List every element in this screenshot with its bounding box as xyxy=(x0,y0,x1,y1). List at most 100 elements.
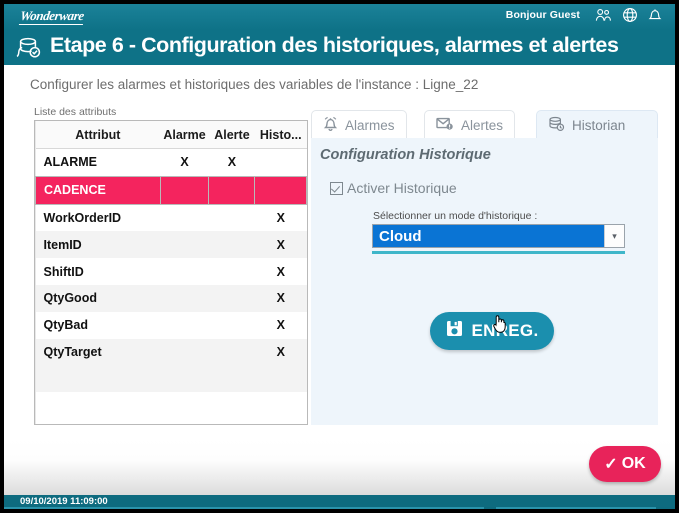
table-row[interactable]: WorkOrderID X xyxy=(36,204,307,231)
tab-alarmes[interactable]: Alarmes xyxy=(311,110,407,139)
tab-historian[interactable]: Historian xyxy=(536,110,658,139)
users-icon[interactable] xyxy=(595,8,612,23)
cell-historique: X xyxy=(276,318,285,333)
cell-attribut: QtyBad xyxy=(43,318,88,333)
bell-icon[interactable] xyxy=(648,7,662,23)
chevron-down-icon[interactable]: ▾ xyxy=(604,225,624,247)
save-button-label: ENREG. xyxy=(471,321,539,340)
cell-alarme xyxy=(160,284,209,312)
page-title-band: Etape 6 - Configuration des historiques,… xyxy=(4,30,675,65)
page-title: Etape 6 - Configuration des historiques,… xyxy=(50,33,619,57)
cell-attribut: QtyGood xyxy=(35,284,161,312)
table-row-selected[interactable]: CADENCE xyxy=(35,175,307,205)
wonderware-logo: Wonderware xyxy=(18,8,172,26)
cell-historique: X xyxy=(254,284,307,312)
cell-empty xyxy=(35,365,161,393)
table-header-row: Attribut Alarme Alerte Histo... xyxy=(35,121,307,149)
historian-alarm-icon xyxy=(13,34,43,62)
cell-attribut: QtyTarget xyxy=(35,338,161,366)
cell-historique xyxy=(254,175,307,205)
check-icon: ✓ xyxy=(604,456,618,473)
cell-attribut: ShiftID xyxy=(43,264,84,279)
cell-alarme xyxy=(160,258,209,285)
ok-button[interactable]: ✓ OK xyxy=(589,446,661,482)
mode-select-wrapper: Cloud ▾ xyxy=(372,224,625,254)
cell-historique: X xyxy=(254,231,307,259)
top-bar-icons xyxy=(595,7,662,23)
top-bar: Wonderware Bonjour Guest xyxy=(4,4,675,30)
status-bar-segment xyxy=(496,507,656,509)
tab-label: Alarmes xyxy=(345,117,395,133)
attribute-table-body: ALARME X X CADENCE WorkOrderID X ItemID … xyxy=(35,149,307,393)
mode-select-label: Sélectionner un mode d'historique : xyxy=(373,210,538,222)
cell-alerte xyxy=(209,204,255,231)
tab-label: Alertes xyxy=(461,117,504,133)
mode-select[interactable]: Cloud ▾ xyxy=(372,224,625,248)
cell-alarme xyxy=(160,204,209,231)
save-button[interactable]: ENREG. xyxy=(430,312,554,350)
content-area: Configurer les alarmes et historiques de… xyxy=(4,65,675,439)
status-bar-segment xyxy=(4,507,484,509)
tab-bar: Alarmes Alertes Historian xyxy=(311,110,658,139)
tab-alertes[interactable]: Alertes xyxy=(424,110,516,139)
cell-alerte xyxy=(208,231,255,259)
cell-alerte xyxy=(208,338,255,366)
cell-historique xyxy=(255,149,307,177)
column-header-attribut[interactable]: Attribut xyxy=(35,121,161,149)
logo-text: Wonderware xyxy=(18,8,85,25)
cell-empty xyxy=(254,365,307,393)
table-row[interactable]: QtyBad X xyxy=(36,312,307,339)
greeting-text: Bonjour Guest xyxy=(505,9,580,21)
status-bar: 09/10/2019 11:09:00 xyxy=(4,495,675,509)
floppy-disk-icon xyxy=(446,320,463,342)
activer-historique-row[interactable]: Activer Historique xyxy=(330,180,457,196)
table-row[interactable]: ItemID X xyxy=(35,231,307,259)
activer-historique-checkbox[interactable] xyxy=(330,181,343,195)
attribute-list-label: Liste des attributs xyxy=(34,106,117,118)
cell-attribut: ALARME xyxy=(43,155,97,170)
column-header-historique[interactable]: Histo... xyxy=(254,121,307,149)
cell-attribut: WorkOrderID xyxy=(43,210,122,225)
panel-title: Configuration Historique xyxy=(320,147,491,163)
database-icon xyxy=(548,116,565,135)
cell-alerte xyxy=(208,284,255,312)
footer-bar: ✓ OK xyxy=(4,439,675,495)
cell-alerte xyxy=(209,258,255,285)
column-header-alerte[interactable]: Alerte xyxy=(208,121,255,149)
cell-alarme xyxy=(160,231,209,259)
envelope-icon xyxy=(436,116,454,134)
table-row-empty[interactable] xyxy=(35,365,307,393)
select-underline xyxy=(372,251,625,254)
historian-panel: Configuration Historique Activer Histori… xyxy=(311,138,658,425)
application-window: Wonderware Bonjour Guest Etape 6 - Confi… xyxy=(0,0,679,513)
activer-historique-label: Activer Historique xyxy=(347,180,457,196)
cell-empty xyxy=(160,365,209,393)
cell-alarme xyxy=(159,175,210,205)
timestamp: 09/10/2019 11:09:00 xyxy=(20,496,108,507)
cell-alarme xyxy=(160,338,209,366)
cell-alerte xyxy=(208,175,256,205)
mode-select-value: Cloud xyxy=(373,225,604,247)
cell-historique: X xyxy=(254,338,307,366)
table-row[interactable]: ShiftID X xyxy=(36,258,307,285)
bell-icon xyxy=(323,116,338,135)
attribute-table-container[interactable]: Attribut Alarme Alerte Histo... ALARME X… xyxy=(34,120,308,425)
table-row[interactable]: ALARME X X xyxy=(36,149,307,177)
globe-icon[interactable] xyxy=(622,7,638,23)
cell-empty xyxy=(208,365,255,393)
attribute-table: Attribut Alarme Alerte Histo... ALARME X… xyxy=(35,121,307,393)
cell-alarme: X xyxy=(180,155,189,170)
tab-label: Historian xyxy=(572,117,626,133)
column-header-alarme[interactable]: Alarme xyxy=(160,121,209,149)
table-row[interactable]: QtyTarget X xyxy=(35,338,307,366)
cell-alerte xyxy=(209,312,255,339)
cell-attribut: CADENCE xyxy=(35,175,161,205)
cell-alarme xyxy=(160,312,209,339)
table-row[interactable]: QtyGood X xyxy=(35,284,307,312)
cell-historique: X xyxy=(276,210,285,225)
cell-attribut: ItemID xyxy=(35,231,161,259)
ok-button-label: OK xyxy=(621,455,646,472)
instruction-text: Configurer les alarmes et historiques de… xyxy=(30,77,479,92)
cell-historique: X xyxy=(276,264,285,279)
cell-alerte: X xyxy=(227,155,237,170)
